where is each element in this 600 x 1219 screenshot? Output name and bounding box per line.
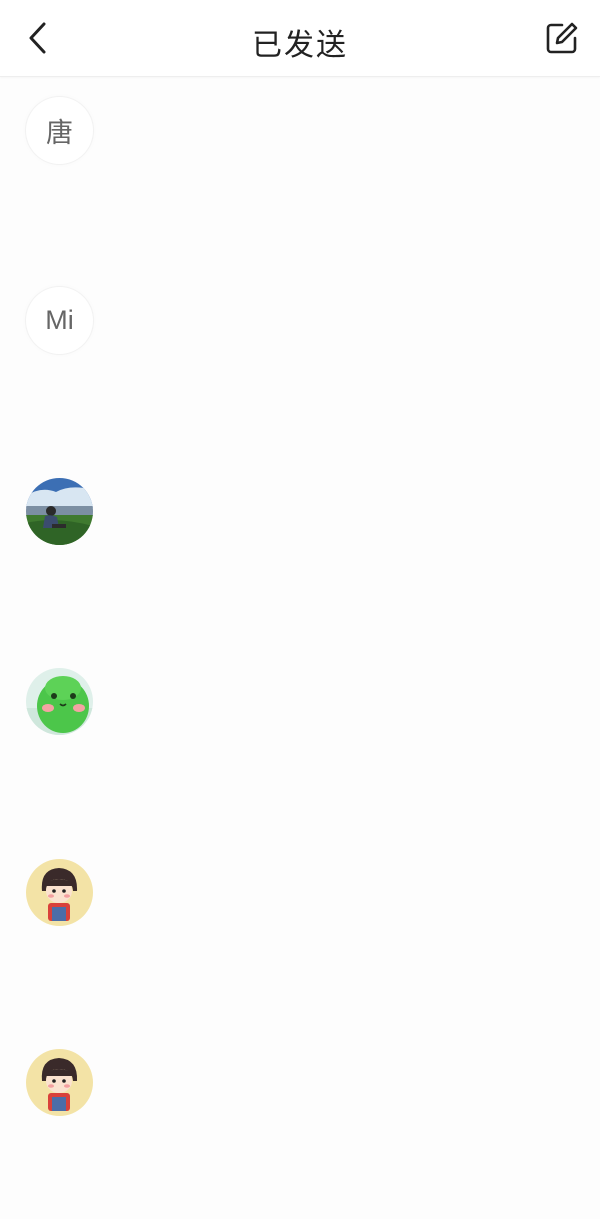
edit-compose-icon <box>546 22 578 54</box>
list-item[interactable] <box>0 458 600 648</box>
list-item[interactable] <box>0 1029 600 1219</box>
list-item[interactable]: 唐 <box>0 77 600 267</box>
cartoon-girl-avatar <box>26 1049 93 1116</box>
avatar[interactable]: 唐 <box>26 97 93 164</box>
avatar-initial: 唐 <box>46 118 73 148</box>
back-button[interactable] <box>18 18 58 58</box>
list-item[interactable]: Mi <box>0 267 600 457</box>
list-item[interactable] <box>0 648 600 838</box>
chevron-left-icon <box>29 22 46 54</box>
avatar[interactable] <box>26 668 93 735</box>
avatar-initial: Mi <box>45 305 74 335</box>
list-item[interactable] <box>0 839 600 1029</box>
avatar[interactable]: Mi <box>26 287 93 354</box>
avatar[interactable] <box>26 1049 93 1116</box>
landscape-photo-avatar <box>26 478 93 545</box>
compose-button[interactable] <box>542 18 582 58</box>
page-title: 已发送 <box>252 28 348 63</box>
top-nav-bar: 已发送 <box>0 0 600 77</box>
green-bird-avatar <box>26 668 93 735</box>
avatar[interactable] <box>26 478 93 545</box>
cartoon-girl-avatar <box>26 859 93 926</box>
avatar[interactable] <box>26 859 93 926</box>
